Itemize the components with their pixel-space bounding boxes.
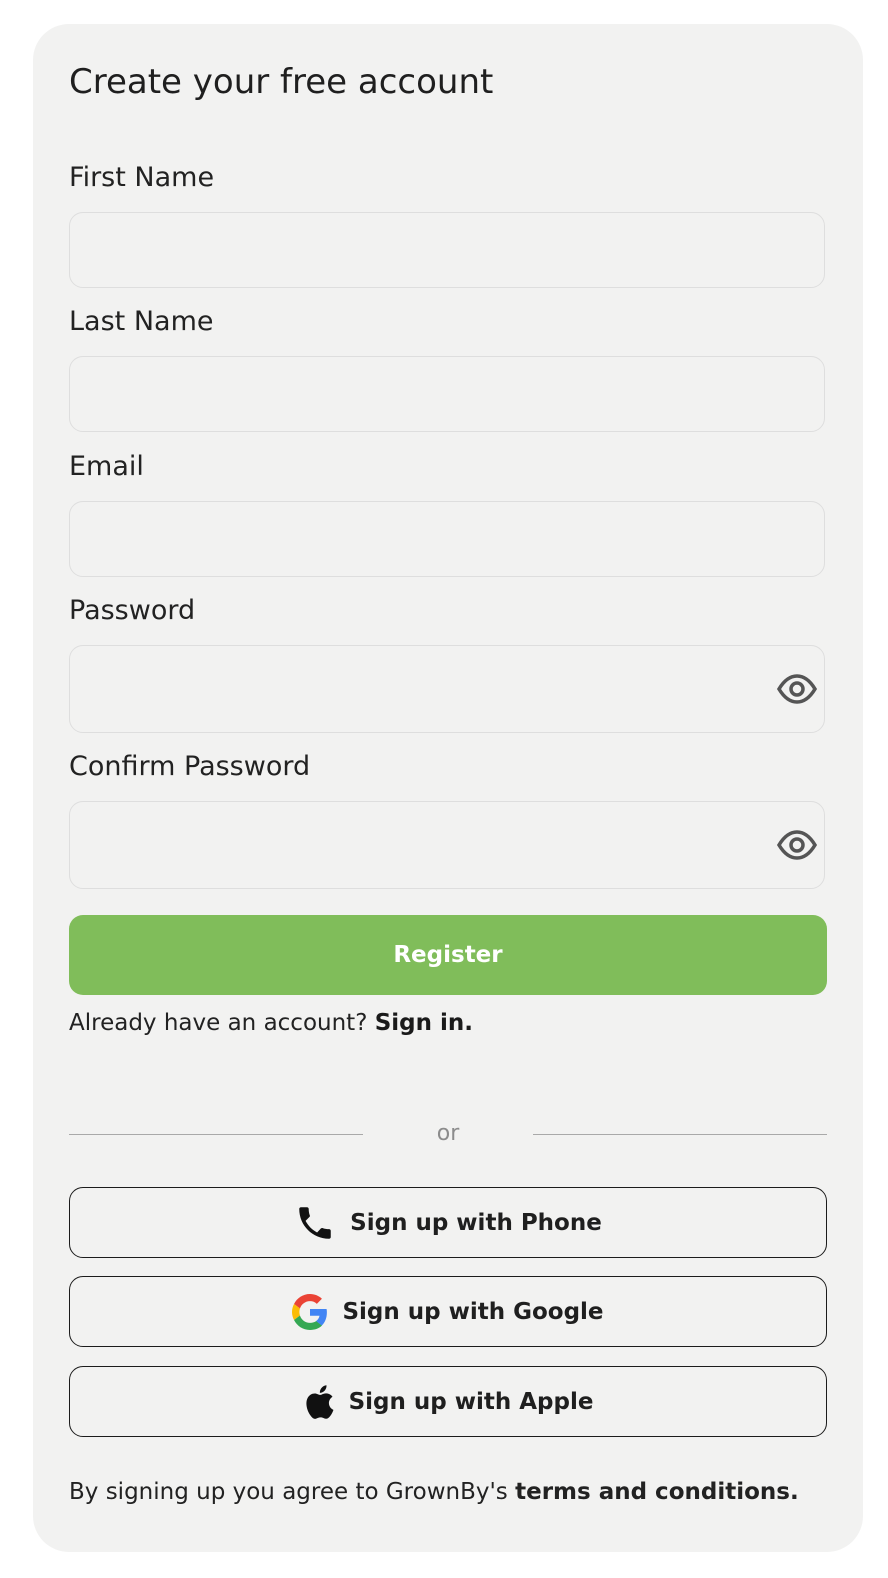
terms-prefix: By signing up you agree to GrownBy's xyxy=(69,1479,508,1505)
last-name-label: Last Name xyxy=(69,306,214,337)
page-title: Create your free account xyxy=(69,62,494,102)
last-name-field[interactable] xyxy=(69,356,825,432)
first-name-label: First Name xyxy=(69,162,215,193)
signup-card: Create your free account First Name Last… xyxy=(33,24,863,1552)
divider-right xyxy=(533,1134,827,1135)
confirm-password-input[interactable] xyxy=(70,802,824,888)
eye-icon[interactable] xyxy=(776,668,818,710)
register-button[interactable]: Register xyxy=(69,915,827,995)
first-name-input[interactable] xyxy=(70,213,824,287)
terms-link[interactable]: terms and conditions. xyxy=(515,1479,799,1505)
password-input[interactable] xyxy=(70,646,824,732)
google-signup-button[interactable]: Sign up with Google xyxy=(69,1276,827,1347)
last-name-input[interactable] xyxy=(70,357,824,431)
phone-icon xyxy=(299,1206,331,1239)
first-name-field[interactable] xyxy=(69,212,825,288)
sign-in-prompt: Already have an account? Sign in. xyxy=(69,1010,473,1036)
google-icon xyxy=(292,1293,328,1330)
email-field[interactable] xyxy=(69,501,825,577)
apple-signup-button[interactable]: Sign up with Apple xyxy=(69,1366,827,1437)
apple-icon xyxy=(305,1384,333,1419)
terms-notice: By signing up you agree to GrownBy's ter… xyxy=(69,1479,799,1505)
confirm-password-label: Confirm Password xyxy=(69,751,311,782)
sign-in-link[interactable]: Sign in. xyxy=(375,1010,473,1036)
phone-signup-label: Sign up with Phone xyxy=(350,1209,602,1236)
phone-signup-button[interactable]: Sign up with Phone xyxy=(69,1187,827,1258)
apple-signup-label: Sign up with Apple xyxy=(348,1388,594,1415)
password-label: Password xyxy=(69,595,196,626)
confirm-password-field[interactable] xyxy=(69,801,825,889)
have-account-text: Already have an account? xyxy=(69,1010,368,1036)
email-input[interactable] xyxy=(70,502,824,576)
email-label: Email xyxy=(69,451,144,482)
eye-icon[interactable] xyxy=(776,824,818,866)
divider-left xyxy=(69,1134,363,1135)
google-signup-label: Sign up with Google xyxy=(342,1298,604,1325)
password-field[interactable] xyxy=(69,645,825,733)
or-separator: or xyxy=(436,1121,460,1146)
